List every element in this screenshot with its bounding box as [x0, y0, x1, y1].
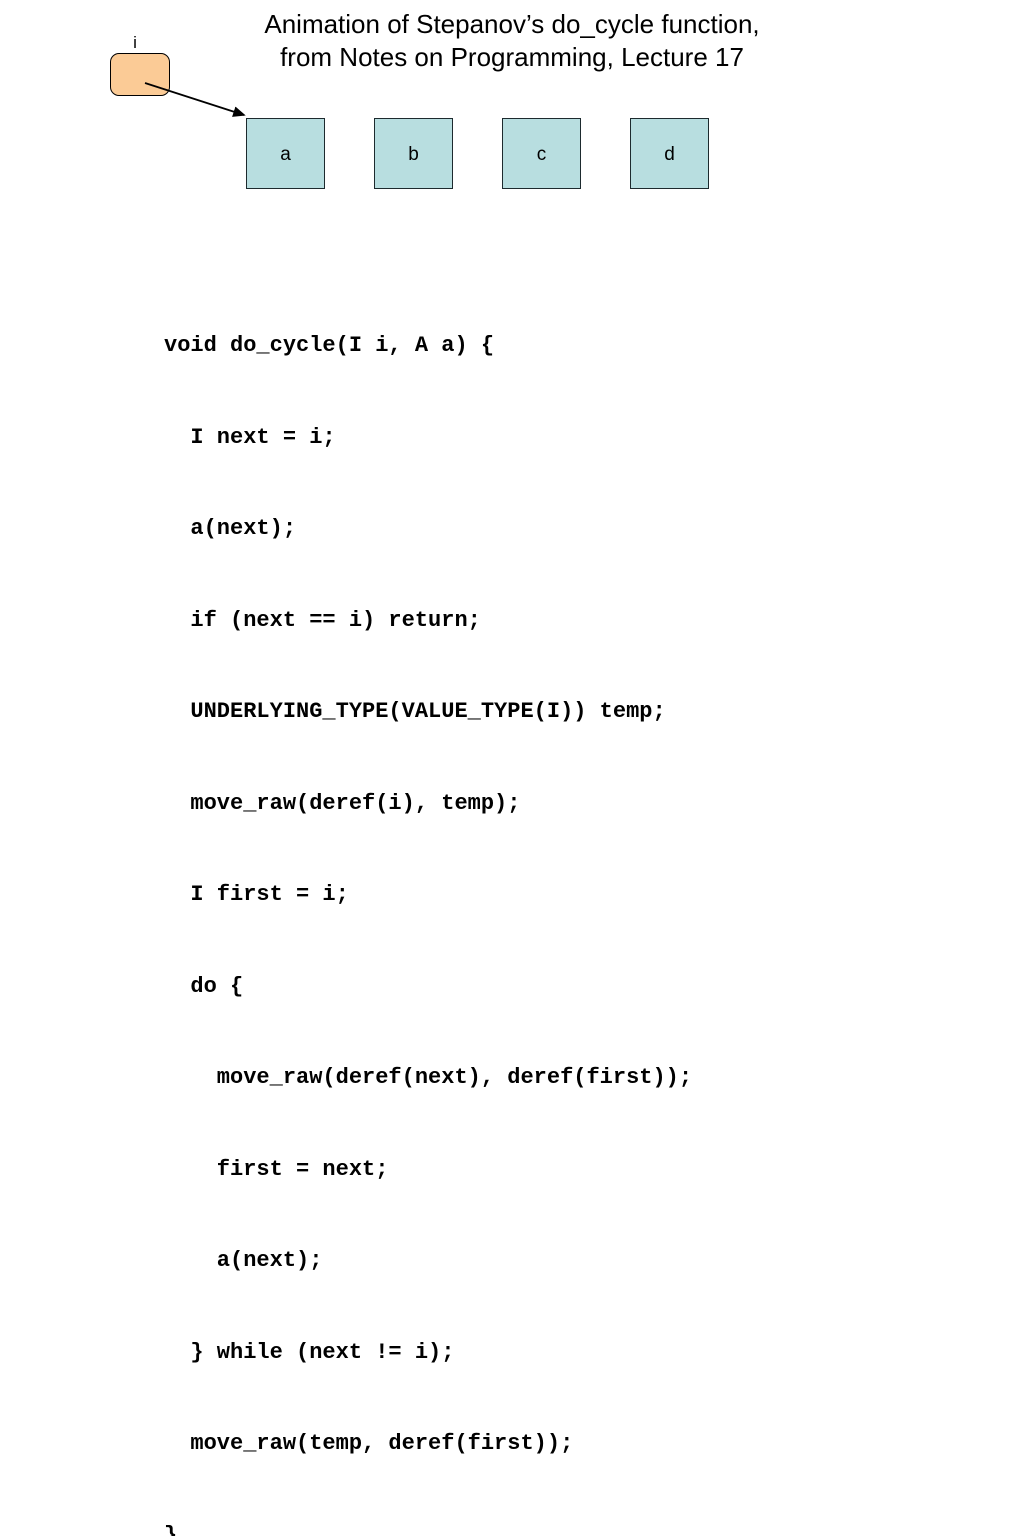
- element-box-row: a b c d: [246, 118, 716, 190]
- element-box-label: d: [664, 145, 675, 164]
- code-line: UNDERLYING_TYPE(VALUE_TYPE(I)) temp;: [164, 697, 692, 728]
- code-line: do {: [164, 972, 692, 1003]
- code-line: first = next;: [164, 1155, 692, 1186]
- element-box-label: a: [280, 145, 291, 164]
- element-box-c[interactable]: c: [502, 118, 581, 189]
- code-line: if (next == i) return;: [164, 606, 692, 637]
- element-box-label: b: [408, 145, 419, 164]
- element-box-label: c: [537, 145, 547, 164]
- code-line: move_raw(deref(next), deref(first));: [164, 1063, 692, 1094]
- code-line: void do_cycle(I i, A a) {: [164, 331, 692, 362]
- element-box-d[interactable]: d: [630, 118, 709, 189]
- code-line: move_raw(deref(i), temp);: [164, 789, 692, 820]
- code-line: a(next);: [164, 514, 692, 545]
- code-line: move_raw(temp, deref(first));: [164, 1429, 692, 1460]
- code-line: }: [164, 1521, 692, 1536]
- code-line: } while (next != i);: [164, 1338, 692, 1369]
- element-box-b[interactable]: b: [374, 118, 453, 189]
- code-listing: void do_cycle(I i, A a) { I next = i; a(…: [164, 270, 692, 1536]
- code-line: I first = i;: [164, 880, 692, 911]
- code-line: a(next);: [164, 1246, 692, 1277]
- pointer-label: i: [118, 33, 152, 53]
- code-line: I next = i;: [164, 423, 692, 454]
- element-box-a[interactable]: a: [246, 118, 325, 189]
